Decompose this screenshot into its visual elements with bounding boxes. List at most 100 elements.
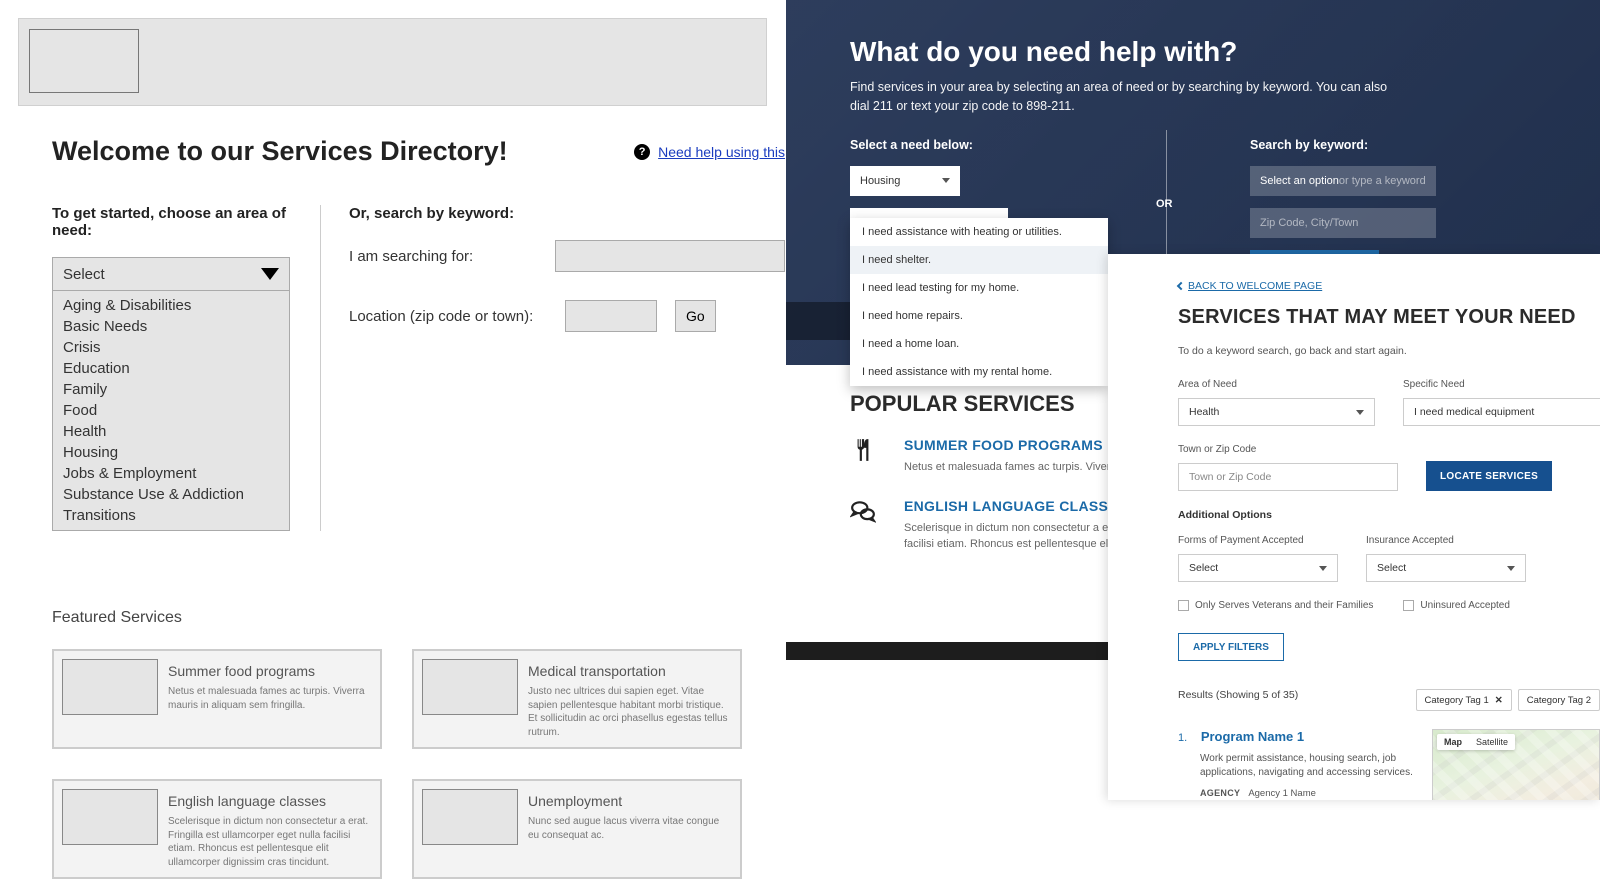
- situation-option[interactable]: I need home repairs.: [850, 302, 1108, 330]
- need-options: Aging & Disabilities Basic Needs Crisis …: [52, 291, 290, 531]
- card-thumb: [62, 659, 158, 715]
- uninsured-checkbox[interactable]: Uninsured Accepted: [1403, 600, 1510, 611]
- checkbox-icon: [1403, 600, 1414, 611]
- map-tabs: Map Satellite: [1437, 734, 1515, 750]
- payment-label: Forms of Payment Accepted: [1178, 535, 1338, 546]
- need-select[interactable]: Housing: [850, 166, 960, 196]
- location-input[interactable]: [565, 300, 657, 332]
- card-title: Unemployment: [528, 793, 732, 809]
- help-link-group[interactable]: ? Need help using this: [634, 144, 785, 160]
- back-link[interactable]: BACK TO WELCOME PAGE: [1178, 280, 1600, 292]
- card-title: English language classes: [168, 793, 372, 809]
- situation-option[interactable]: I need shelter.: [850, 246, 1108, 274]
- page-title: Welcome to our Services Directory!: [52, 136, 508, 167]
- checkbox-icon: [1178, 600, 1189, 611]
- situation-option[interactable]: I need a home loan.: [850, 330, 1108, 358]
- featured-card[interactable]: Medical transportationJusto nec ultrices…: [412, 649, 742, 749]
- featured-card[interactable]: English language classes Scelerisque in d…: [52, 779, 382, 879]
- chevron-left-icon: [1177, 282, 1185, 290]
- caret-down-icon: [261, 268, 279, 280]
- keyword-label: Search by keyword:: [1250, 138, 1436, 152]
- go-button[interactable]: Go: [675, 300, 716, 332]
- hero-subtitle: Find services in your area by selecting …: [850, 78, 1410, 116]
- question-icon: ?: [634, 144, 650, 160]
- keyword-input[interactable]: Select an option or type a keyword: [1250, 166, 1436, 196]
- chevron-down-icon: [1356, 410, 1364, 415]
- featured-title: Featured Services: [52, 609, 785, 627]
- program-agency: AGENCYAgency 1 Name: [1200, 788, 1414, 799]
- need-select-value: Select: [63, 266, 105, 283]
- keyword-label: Or, search by keyword:: [349, 205, 785, 222]
- help-link[interactable]: Need help using this: [658, 144, 785, 160]
- need-option[interactable]: Crisis: [53, 337, 289, 358]
- card-title: Summer food programs: [168, 663, 372, 679]
- featured-card[interactable]: Summer food programs Netus et malesuada f…: [52, 649, 382, 749]
- result-item: 1. Program Name 1 Work permit assistance…: [1178, 729, 1414, 800]
- need-option[interactable]: Family: [53, 379, 289, 400]
- card-thumb: [62, 789, 158, 845]
- card-thumb: [422, 789, 518, 845]
- need-option[interactable]: Food: [53, 400, 289, 421]
- card-thumb: [422, 659, 518, 715]
- specific-label: Specific Need: [1403, 379, 1600, 390]
- need-option[interactable]: Jobs & Employment: [53, 463, 289, 484]
- chevron-down-icon: [1319, 566, 1327, 571]
- town-label: Town or Zip Code: [1178, 444, 1398, 455]
- need-option[interactable]: Education: [53, 358, 289, 379]
- results-screen: BACK TO WELCOME PAGE SERVICES THAT MAY M…: [1108, 254, 1600, 800]
- veterans-checkbox[interactable]: Only Serves Veterans and their Families: [1178, 600, 1373, 611]
- area-label: Area of Need: [1178, 379, 1375, 390]
- specific-select[interactable]: I need medical equipment: [1403, 398, 1600, 426]
- need-option[interactable]: Basic Needs: [53, 316, 289, 337]
- area-select[interactable]: Health: [1178, 398, 1375, 426]
- card-desc: Netus et malesuada fames ac turpis. Vive…: [168, 685, 372, 712]
- need-option[interactable]: Housing: [53, 442, 289, 463]
- need-select[interactable]: Select: [52, 257, 290, 291]
- header-bar: [18, 18, 767, 106]
- situation-option[interactable]: I need lead testing for my home.: [850, 274, 1108, 302]
- filter-tag[interactable]: Category Tag 1✕: [1416, 689, 1512, 711]
- filter-tag[interactable]: Category Tag 2: [1518, 689, 1600, 711]
- program-link[interactable]: Program Name 1: [1201, 729, 1304, 744]
- or-label: OR: [1156, 198, 1173, 210]
- logo-placeholder: [29, 29, 139, 93]
- need-option[interactable]: Substance Use & Addiction: [53, 484, 289, 505]
- payment-select[interactable]: Select: [1178, 554, 1338, 582]
- satellite-tab[interactable]: Satellite: [1469, 734, 1515, 750]
- locate-services-button[interactable]: LOCATE SERVICES: [1426, 461, 1552, 491]
- program-desc: Work permit assistance, housing search, …: [1200, 752, 1414, 780]
- situation-option[interactable]: I need assistance with heating or utilit…: [850, 218, 1108, 246]
- result-num: 1.: [1178, 732, 1187, 744]
- location-field-label: Location (zip code or town):: [349, 308, 547, 325]
- town-input[interactable]: Town or Zip Code: [1178, 463, 1398, 491]
- map[interactable]: Map Satellite WEST BAYSIDE: [1432, 729, 1600, 800]
- insurance-select[interactable]: Select: [1366, 554, 1526, 582]
- need-label: Select a need below:: [850, 138, 1130, 152]
- page-title: SERVICES THAT MAY MEET YOUR NEED: [1178, 306, 1600, 329]
- insurance-label: Insurance Accepted: [1366, 535, 1526, 546]
- map-tab[interactable]: Map: [1437, 734, 1469, 750]
- page-subtitle: To do a keyword search, go back and star…: [1178, 345, 1600, 357]
- need-option[interactable]: Aging & Disabilities: [53, 295, 289, 316]
- card-desc: Scelerisque in dictum non consectetur a …: [168, 815, 372, 869]
- zip-input[interactable]: Zip Code, City/Town: [1250, 208, 1436, 238]
- card-desc: Nunc sed augue lacus viverra vitae congu…: [528, 815, 732, 842]
- utensils-icon: [850, 437, 886, 476]
- chevron-down-icon: [942, 178, 950, 183]
- wireframe-screen: Welcome to our Services Directory! ? Nee…: [0, 0, 785, 879]
- results-label: Results (Showing 5 of 35): [1178, 689, 1398, 711]
- card-desc: Justo nec ultrices dui sapien eget. Vita…: [528, 685, 732, 739]
- hero-title: What do you need help with?: [850, 36, 1536, 68]
- search-field-label: I am searching for:: [349, 248, 537, 265]
- need-label: To get started, choose an area of need:: [52, 205, 320, 239]
- need-option[interactable]: Transitions: [53, 505, 289, 526]
- apply-filters-button[interactable]: APPLY FILTERS: [1178, 633, 1284, 661]
- situation-dropdown: I need assistance with heating or utilit…: [850, 218, 1108, 386]
- need-select-value: Housing: [860, 175, 900, 187]
- keyword-input[interactable]: [555, 240, 785, 272]
- chevron-down-icon: [1507, 566, 1515, 571]
- situation-option[interactable]: I need assistance with my rental home.: [850, 358, 1108, 386]
- need-option[interactable]: Health: [53, 421, 289, 442]
- close-icon[interactable]: ✕: [1495, 695, 1503, 706]
- featured-card[interactable]: Unemployment Nunc sed augue lacus viverra…: [412, 779, 742, 879]
